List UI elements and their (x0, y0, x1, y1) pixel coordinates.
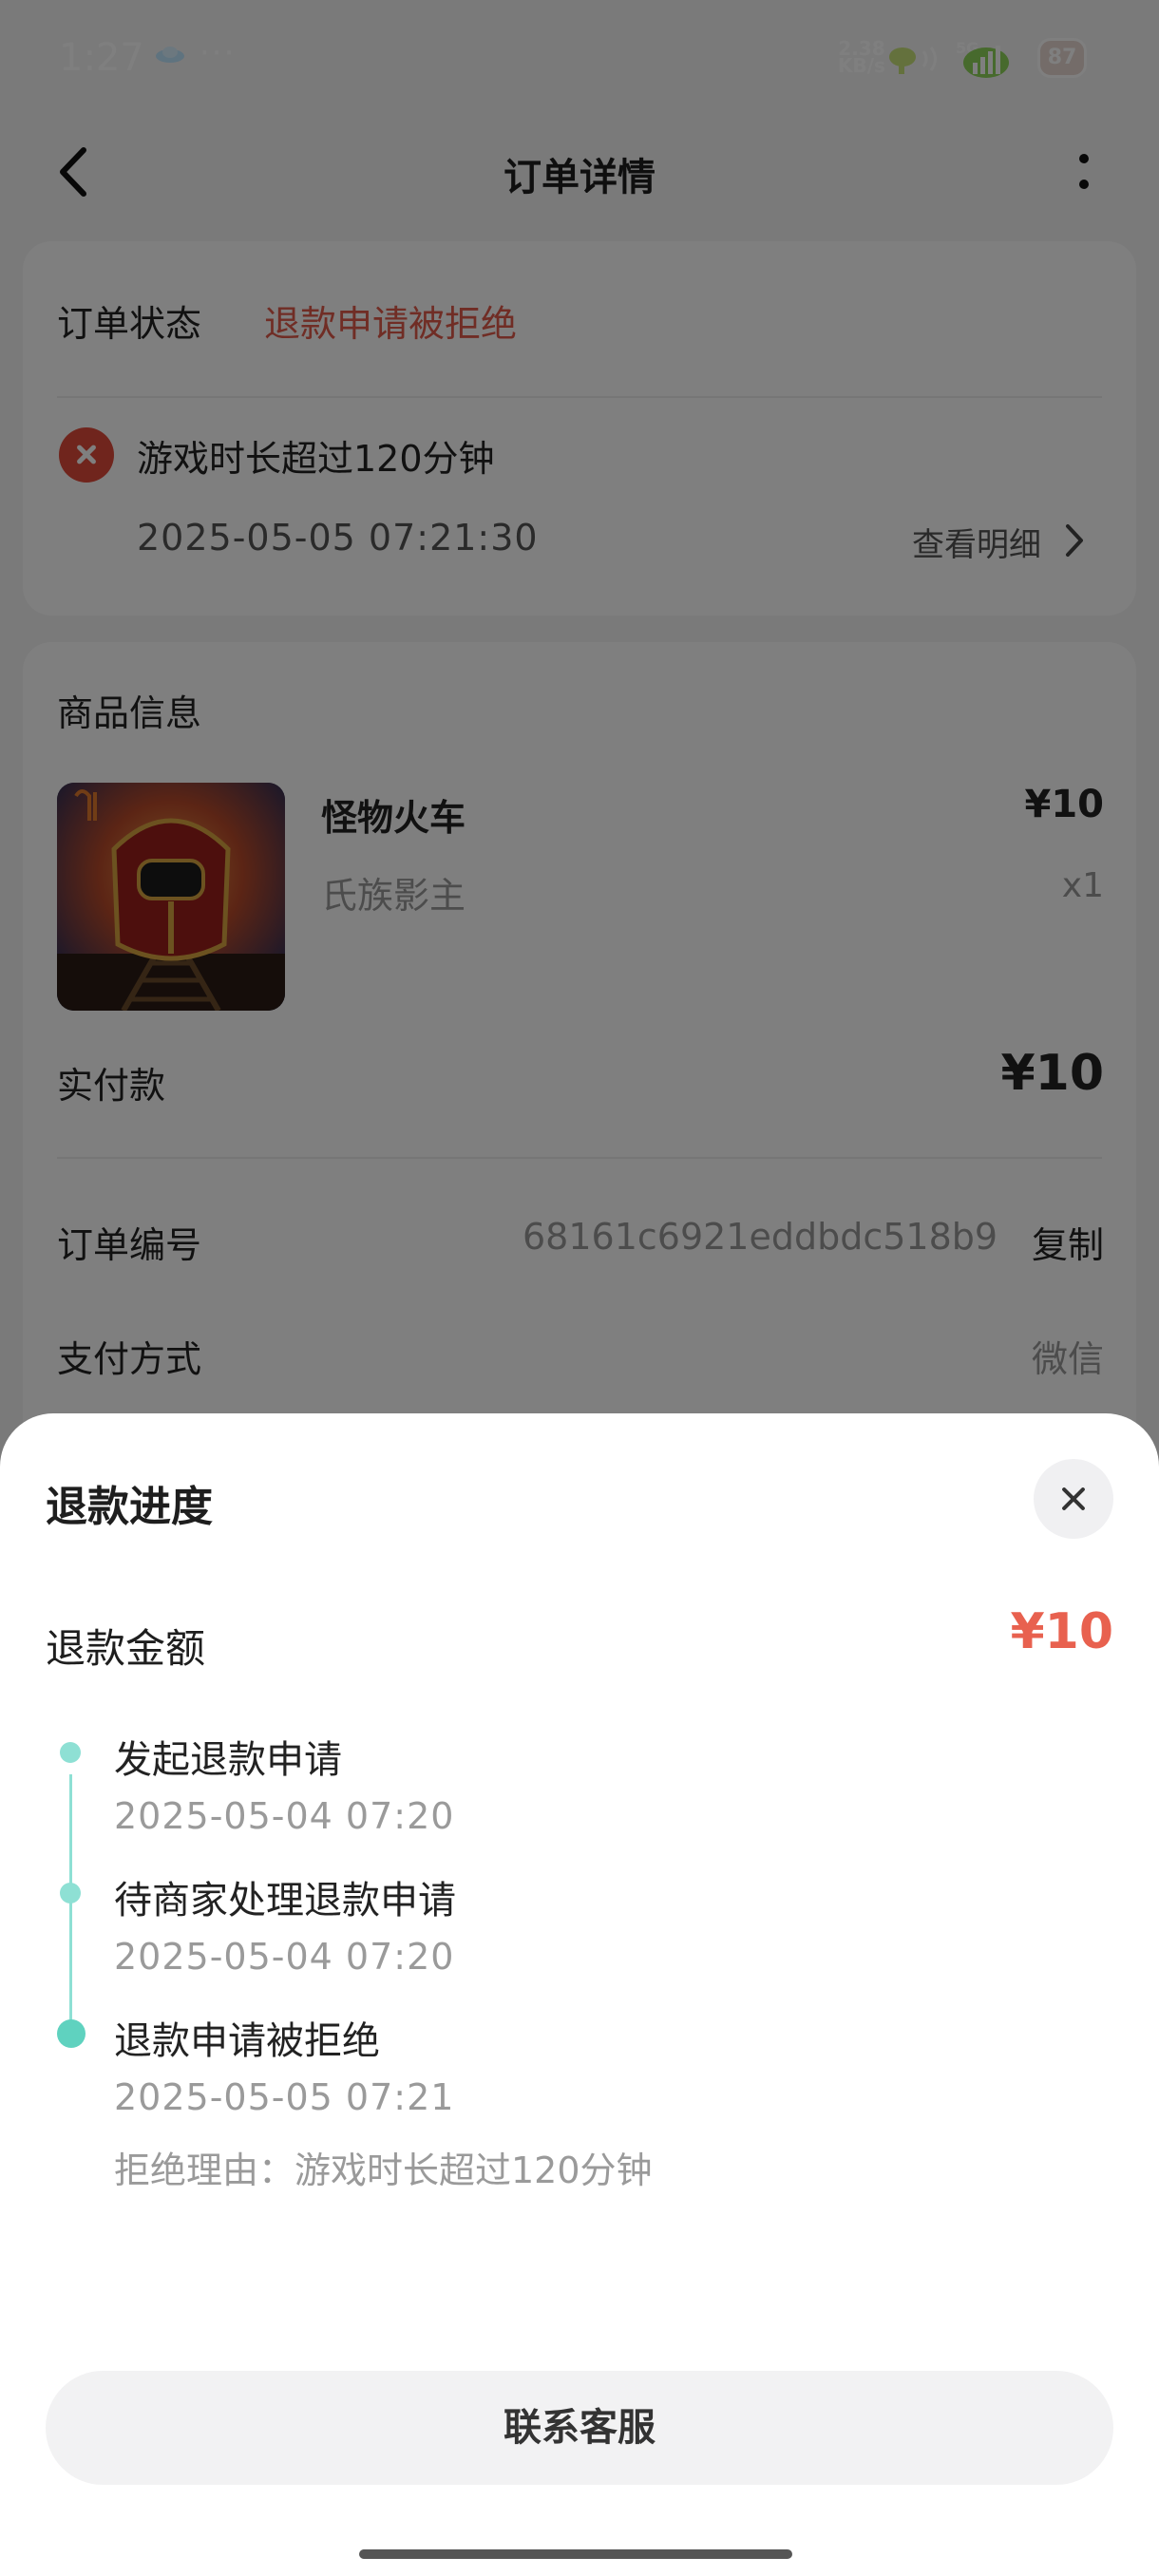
timeline-step-time: 2025-05-04 07:20 (114, 1795, 455, 1837)
timeline-step-title: 发起退款申请 (114, 1738, 342, 1782)
close-icon[interactable] (1034, 1459, 1113, 1539)
timeline-connector (69, 1900, 72, 2023)
sheet-title: 退款进度 (46, 1483, 213, 1531)
refund-progress-sheet: 退款进度 退款金额 ¥10 发起退款申请 2025-05-04 07:20 待商… (0, 1413, 1159, 2576)
refund-amount-value: ¥10 (1010, 1603, 1113, 1660)
timeline-dot (60, 1742, 81, 1763)
timeline-dot-current (57, 2019, 86, 2048)
refund-amount-label: 退款金额 (46, 1625, 206, 1672)
contact-customer-service-button[interactable]: 联系客服 (46, 2371, 1113, 2485)
timeline-step-time: 2025-05-05 07:21 (114, 2076, 455, 2118)
timeline-step-reason: 拒绝理由：游戏时长超过120分钟 (114, 2150, 653, 2191)
timeline-step-title: 退款申请被拒绝 (114, 2019, 380, 2063)
home-indicator[interactable] (359, 2549, 792, 2559)
timeline-step-title: 待商家处理退款申请 (114, 1879, 456, 1923)
timeline-dot (60, 1883, 81, 1904)
timeline-step-time: 2025-05-04 07:20 (114, 1936, 455, 1978)
